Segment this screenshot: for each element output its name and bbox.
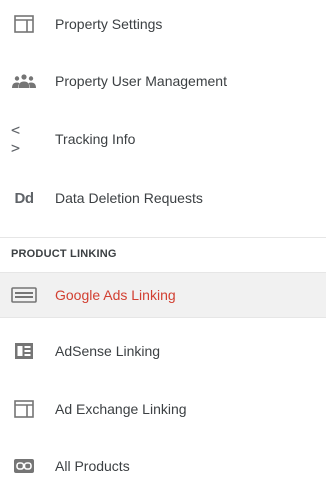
ads-icon (11, 285, 37, 305)
menu-item-label: Ad Exchange Linking (55, 401, 187, 417)
menu-item-property-user-management[interactable]: Property User Management (0, 59, 326, 103)
menu-item-data-deletion-requests[interactable]: Dd Data Deletion Requests (0, 176, 326, 220)
window-icon (11, 14, 37, 34)
section-divider (0, 237, 326, 238)
link-icon (11, 456, 37, 476)
menu-item-adsense-linking[interactable]: AdSense Linking (0, 329, 326, 373)
admin-property-menu: Property Settings Property User Manageme… (0, 0, 326, 479)
people-icon (11, 71, 37, 91)
adsense-icon (11, 341, 37, 361)
menu-item-label: Property User Management (55, 73, 227, 89)
code-icon: < > (11, 121, 22, 157)
menu-item-tracking-info[interactable]: < > Tracking Info (0, 117, 326, 161)
dd-icon: Dd (14, 189, 35, 207)
menu-item-label: Tracking Info (55, 131, 136, 147)
menu-item-label: AdSense Linking (55, 343, 161, 359)
menu-item-ad-exchange-linking[interactable]: Ad Exchange Linking (0, 387, 326, 431)
menu-item-label: Property Settings (55, 16, 163, 32)
menu-item-label: Google Ads Linking (55, 287, 176, 303)
menu-item-label: All Products (55, 458, 130, 474)
section-header-product-linking: PRODUCT LINKING (11, 248, 117, 260)
menu-item-label: Data Deletion Requests (55, 190, 203, 206)
menu-item-all-products[interactable]: All Products (0, 444, 326, 488)
window-icon (11, 399, 37, 419)
menu-item-google-ads-linking[interactable]: Google Ads Linking (0, 272, 326, 318)
menu-item-property-settings[interactable]: Property Settings (0, 2, 326, 46)
